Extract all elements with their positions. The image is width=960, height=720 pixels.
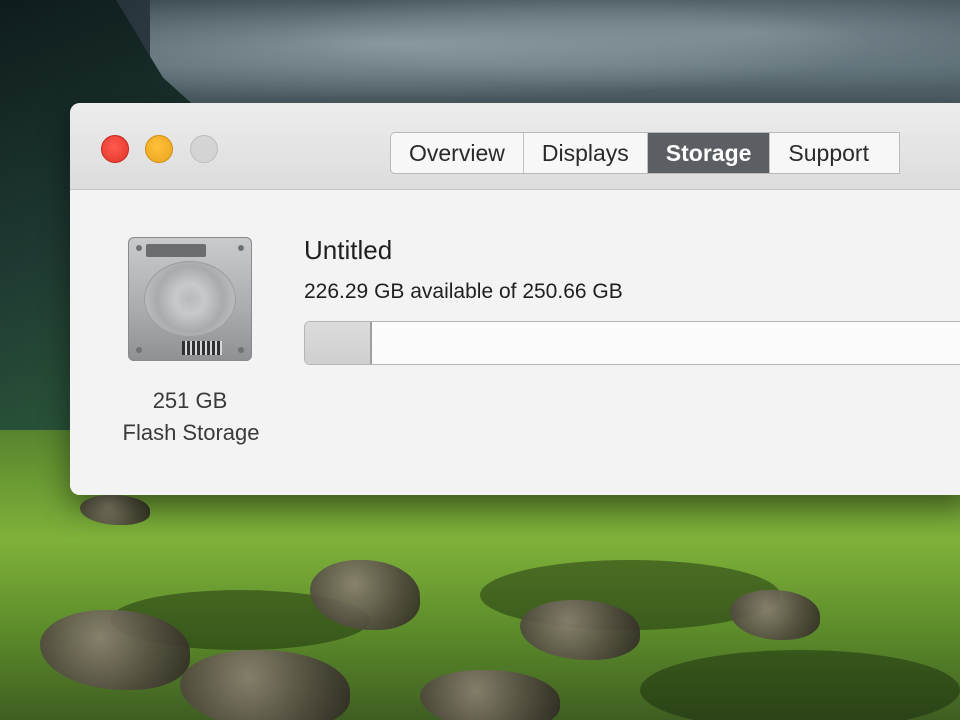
hard-drive-icon (128, 237, 252, 361)
minimize-button[interactable] (145, 135, 173, 163)
close-button[interactable] (101, 135, 129, 163)
window-titlebar: Overview Displays Storage Support (70, 103, 960, 190)
drive-connector (182, 341, 222, 355)
drive-size-label: 251 GB (152, 388, 228, 413)
wallpaper-rock (420, 670, 560, 720)
drive-platter (144, 261, 236, 337)
tab-storage[interactable]: Storage (647, 133, 771, 173)
wallpaper-rock (520, 600, 640, 660)
drive-label-plate (146, 244, 206, 257)
storage-pane: 251 GB Flash Storage Untitled 226.29 GB … (70, 190, 960, 495)
tab-support[interactable]: Support (770, 133, 899, 173)
storage-used-segment (305, 322, 372, 364)
drive-type-label: Flash Storage (122, 420, 260, 445)
tab-displays[interactable]: Displays (524, 133, 648, 173)
wallpaper-rock (80, 495, 150, 525)
about-this-mac-window: Overview Displays Storage Support 251 GB… (70, 103, 960, 495)
tab-overview[interactable]: Overview (391, 133, 524, 173)
drive-screw (136, 347, 142, 353)
storage-usage-bar[interactable] (304, 321, 960, 365)
drive-screw (136, 245, 142, 251)
drive-screw (238, 347, 244, 353)
zoom-button[interactable] (190, 135, 218, 163)
wallpaper-rock (40, 610, 190, 690)
wallpaper-clouds (150, 0, 960, 110)
wallpaper-rock (730, 590, 820, 640)
wallpaper-shadow (640, 650, 960, 720)
volume-name: Untitled (304, 235, 393, 265)
wallpaper-rock (180, 650, 350, 720)
volume-capacity-text: 226.29 GB available of 250.66 GB (304, 280, 623, 303)
drive-screw (238, 245, 244, 251)
tab-bar: Overview Displays Storage Support (390, 132, 900, 174)
